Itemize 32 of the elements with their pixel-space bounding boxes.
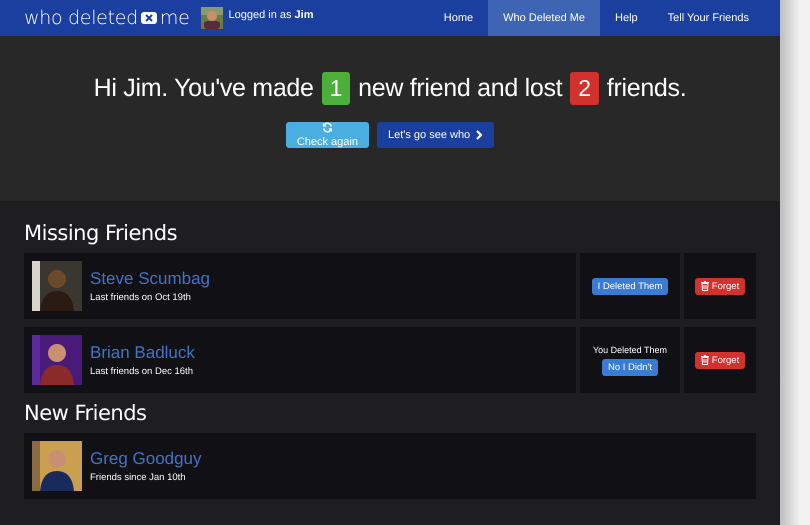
friend-name-link[interactable]: Brian Badluck (90, 343, 195, 363)
friend-date: Last friends on Dec 16th (90, 366, 194, 377)
count-badge: 2 (570, 72, 599, 105)
section-title: New Friends (24, 401, 148, 425)
nav-link[interactable]: Who Deleted Me (488, 0, 600, 36)
status-note: You Deleted Them (592, 344, 668, 354)
envelope-x-icon (140, 12, 157, 24)
login-status: Logged in as Jim (228, 9, 314, 21)
friend-name-link[interactable]: Steve Scumbag (90, 269, 210, 289)
forget-button[interactable]: Forget (694, 352, 746, 368)
brand-logo-text[interactable]: who deleted (24, 7, 138, 29)
headline-text: friends. (606, 74, 686, 103)
headline-text: new friend and lost (358, 74, 562, 103)
chevron-right-icon (475, 130, 484, 140)
forget-button[interactable]: Forget (694, 278, 746, 294)
friend-date: Last friends on Oct 19th (90, 292, 192, 303)
count-badge: 1 (322, 72, 350, 105)
status-button[interactable]: No I Didn't (602, 358, 658, 376)
check-again-button[interactable]: Check again (286, 122, 369, 148)
friend-name-link[interactable]: Greg Goodguy (90, 449, 202, 469)
nav-link[interactable]: Tell Your Friends (652, 0, 764, 36)
brand-logo-text[interactable]: me (160, 7, 190, 29)
friend-date: Friends since Jan 10th (90, 472, 187, 483)
section-title: Missing Friends (24, 221, 178, 245)
refresh-icon (322, 122, 333, 133)
nav-link[interactable]: Home (428, 0, 488, 36)
trash-icon (700, 355, 709, 365)
see-who-button[interactable]: Let's go see who (376, 122, 494, 148)
nav-link[interactable]: Help (600, 0, 653, 36)
status-button[interactable]: I Deleted Them (592, 278, 668, 294)
trash-icon (700, 281, 709, 291)
headline-text: Hi Jim. You've made (94, 74, 314, 103)
